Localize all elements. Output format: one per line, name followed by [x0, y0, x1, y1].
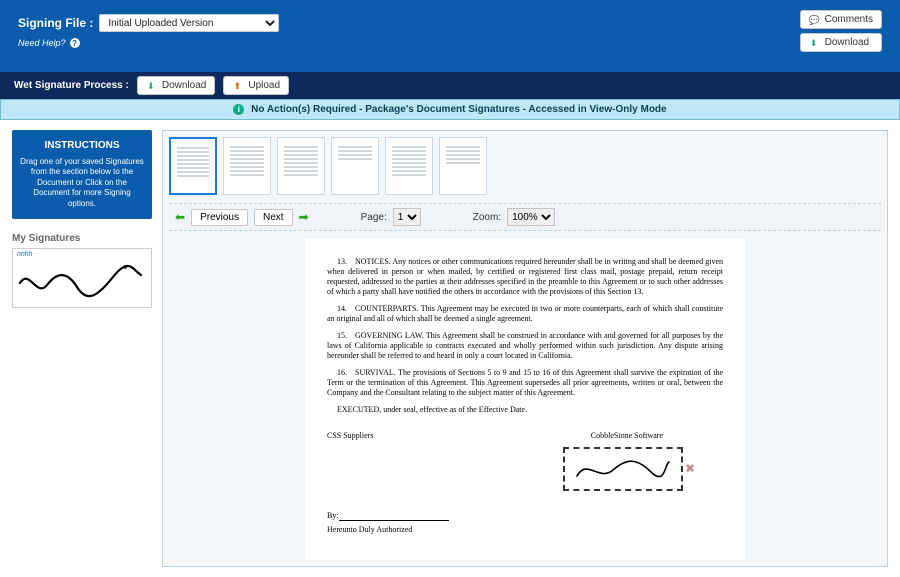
comments-button[interactable]: Comments: [800, 10, 882, 29]
notification-text: No Action(s) Required - Package's Docume…: [251, 104, 666, 115]
download-icon: [146, 81, 156, 91]
next-arrow-icon[interactable]: ➡: [299, 210, 309, 224]
instructions-body: Drag one of your saved Signatures from t…: [20, 157, 144, 209]
authorized-line: Hereunto Duly Authorized: [327, 525, 723, 535]
signing-file-label: Signing File :: [18, 16, 93, 30]
paragraph-15: 15. GOVERNING LAW. This Agreement shall …: [327, 331, 723, 361]
zoom-label: Zoom:: [473, 212, 501, 223]
signature-name: nnhh: [17, 251, 33, 258]
dropped-signature-icon: [573, 452, 673, 486]
prev-arrow-icon[interactable]: ⬅: [175, 210, 185, 224]
remove-signature-icon[interactable]: ✖: [685, 462, 695, 477]
by-label: By:: [327, 511, 339, 520]
page-label: Page:: [361, 212, 387, 223]
page-thumbnail-5[interactable]: [385, 137, 433, 195]
paragraph-16: 16. SURVIVAL. The provisions of Sections…: [327, 368, 723, 398]
my-signatures-title: My Signatures: [12, 233, 152, 244]
party-b: CobbleStone Software: [591, 431, 663, 441]
download-icon: [809, 38, 819, 48]
instructions-panel: INSTRUCTIONS Drag one of your saved Sign…: [12, 130, 152, 219]
need-help-link[interactable]: Need Help? ?: [18, 38, 80, 48]
next-button[interactable]: Next: [254, 209, 293, 226]
page-select[interactable]: 1: [393, 208, 421, 226]
zoom-select[interactable]: 100%: [507, 208, 555, 226]
info-icon: i: [233, 104, 244, 115]
notification-banner: i No Action(s) Required - Package's Docu…: [0, 99, 900, 120]
wet-download-button[interactable]: Download: [137, 76, 215, 95]
page-thumbnail-4[interactable]: [331, 137, 379, 195]
page-thumbnail-6[interactable]: [439, 137, 487, 195]
saved-signature[interactable]: nnhh: [12, 248, 152, 308]
page-thumbnail-2[interactable]: [223, 137, 271, 195]
paragraph-14: 14. COUNTERPARTS. This Agreement may be …: [327, 304, 723, 324]
page-thumbnail-3[interactable]: [277, 137, 325, 195]
document-page[interactable]: 13. NOTICES. Any notices or other commun…: [305, 239, 745, 560]
wet-signature-label: Wet Signature Process :: [14, 80, 129, 91]
party-a: CSS Suppliers: [327, 431, 373, 441]
upload-icon: [232, 81, 242, 91]
signature-glyph-icon: [17, 263, 147, 303]
version-select[interactable]: Initial Uploaded Version: [99, 14, 279, 32]
signature-drop-zone[interactable]: ✖: [563, 447, 683, 491]
viewer-toolbar: ⬅ Previous Next ➡ Page: 1 Zoom: 100%: [169, 203, 881, 231]
page-thumbnail-1[interactable]: [169, 137, 217, 195]
wet-upload-button[interactable]: Upload: [223, 76, 289, 95]
help-icon: ?: [70, 38, 80, 48]
document-viewer: ⬅ Previous Next ➡ Page: 1 Zoom: 100% 13.…: [162, 130, 888, 567]
download-button-header[interactable]: Download: [800, 33, 882, 52]
executed-line: EXECUTED, under seal, effective as of th…: [327, 405, 723, 415]
paragraph-13: 13. NOTICES. Any notices or other commun…: [327, 257, 723, 297]
header-bar: Signing File : Initial Uploaded Version …: [0, 0, 900, 72]
wet-signature-bar: Wet Signature Process : Download Upload: [0, 72, 900, 99]
instructions-title: INSTRUCTIONS: [20, 140, 144, 151]
comments-icon: [809, 15, 819, 25]
thumbnail-strip: [169, 137, 881, 199]
previous-button[interactable]: Previous: [191, 209, 248, 226]
